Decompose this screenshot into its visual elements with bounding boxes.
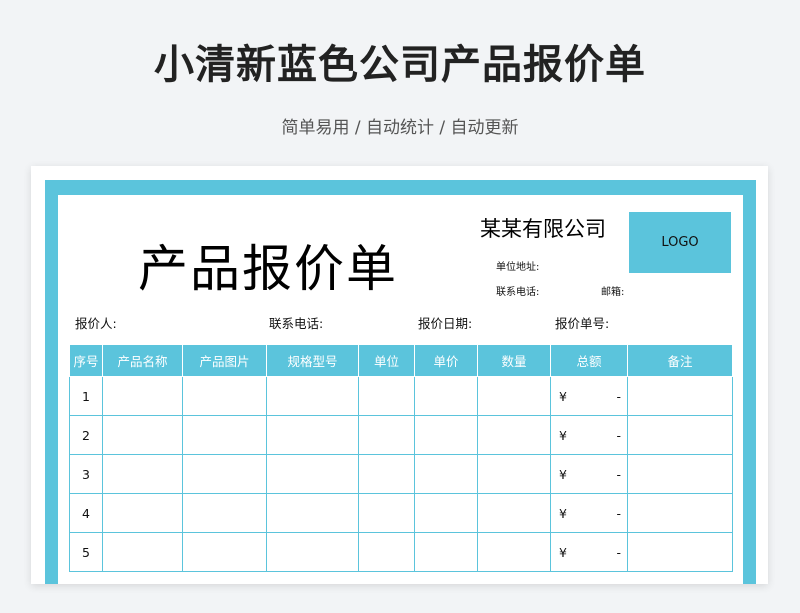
company-name: 某某有限公司 [480,217,606,241]
cell-remarks[interactable] [627,454,733,494]
header-spec: 规格型号 [266,344,359,377]
quote-table: 序号 产品名称 产品图片 规格型号 单位 单价 数量 总额 备注 1 ¥ - 2… [69,344,733,572]
cell-quantity[interactable] [477,415,551,455]
header-total: 总额 [550,344,628,377]
cell-remarks[interactable] [627,376,733,416]
cell-unit[interactable] [358,376,415,416]
cell-remarks[interactable] [627,493,733,533]
page-subtitle: 简单易用 / 自动统计 / 自动更新 [281,118,519,138]
page-title: 小清新蓝色公司产品报价单 [154,42,646,88]
currency-symbol: ¥ [559,466,567,482]
cell-unit[interactable] [358,415,415,455]
cell-index: 4 [69,493,103,533]
quote-sheet: 产品报价单 某某有限公司 单位地址: 联系电话: 邮箱: LOGO 报价人: 联… [31,166,768,584]
header-unit-price: 单价 [414,344,478,377]
cell-product-image[interactable] [182,493,267,533]
cell-remarks[interactable] [627,532,733,572]
cell-unit[interactable] [358,493,415,533]
cell-unit[interactable] [358,454,415,494]
email-label: 邮箱: [601,287,625,298]
total-value: - [616,427,621,443]
cell-unit-price[interactable] [414,415,478,455]
cell-spec[interactable] [266,376,359,416]
quote-number-label: 报价单号: [555,316,610,331]
cell-total: ¥ - [550,415,628,455]
table-row: 1 ¥ - [69,376,733,416]
header-unit: 单位 [358,344,415,377]
header-product-name: 产品名称 [102,344,183,377]
cell-product-image[interactable] [182,415,267,455]
cell-unit[interactable] [358,532,415,572]
cell-product-name[interactable] [102,415,183,455]
cell-quantity[interactable] [477,532,551,572]
cell-quantity[interactable] [477,493,551,533]
cell-unit-price[interactable] [414,454,478,494]
quote-date-label: 报价日期: [418,316,473,331]
table-row: 5 ¥ - [69,532,733,572]
cell-product-image[interactable] [182,376,267,416]
cell-index: 1 [69,376,103,416]
cell-quantity[interactable] [477,376,551,416]
header-index: 序号 [69,344,103,377]
logo-placeholder: LOGO [629,212,731,273]
cell-spec[interactable] [266,532,359,572]
cell-product-name[interactable] [102,493,183,533]
cell-index: 3 [69,454,103,494]
cell-total: ¥ - [550,376,628,416]
cell-product-name[interactable] [102,532,183,572]
table-row: 3 ¥ - [69,454,733,494]
currency-symbol: ¥ [559,544,567,560]
cell-unit-price[interactable] [414,532,478,572]
cell-unit-price[interactable] [414,376,478,416]
company-phone-label: 联系电话: [496,287,540,298]
cell-unit-price[interactable] [414,493,478,533]
header-quantity: 数量 [477,344,551,377]
cell-spec[interactable] [266,493,359,533]
contact-phone-label: 联系电话: [269,316,324,331]
cell-index: 2 [69,415,103,455]
cell-product-image[interactable] [182,532,267,572]
cell-spec[interactable] [266,415,359,455]
cell-index: 5 [69,532,103,572]
cell-product-name[interactable] [102,454,183,494]
table-row: 4 ¥ - [69,493,733,533]
currency-symbol: ¥ [559,427,567,443]
cell-quantity[interactable] [477,454,551,494]
table-header-row: 序号 产品名称 产品图片 规格型号 单位 单价 数量 总额 备注 [69,344,733,377]
total-value: - [616,466,621,482]
logo-text: LOGO [661,235,699,250]
cell-total: ¥ - [550,532,628,572]
sheet-content: 产品报价单 某某有限公司 单位地址: 联系电话: 邮箱: LOGO 报价人: 联… [58,195,743,584]
header-product-image: 产品图片 [182,344,267,377]
cell-product-name[interactable] [102,376,183,416]
sheet-border-frame: 产品报价单 某某有限公司 单位地址: 联系电话: 邮箱: LOGO 报价人: 联… [45,180,756,584]
cell-total: ¥ - [550,493,628,533]
total-value: - [616,388,621,404]
cell-product-image[interactable] [182,454,267,494]
cell-total: ¥ - [550,454,628,494]
quoter-label: 报价人: [75,316,117,331]
total-value: - [616,505,621,521]
cell-remarks[interactable] [627,415,733,455]
address-label: 单位地址: [496,262,540,273]
header-remarks: 备注 [627,344,733,377]
currency-symbol: ¥ [559,505,567,521]
table-row: 2 ¥ - [69,415,733,455]
currency-symbol: ¥ [559,388,567,404]
cell-spec[interactable] [266,454,359,494]
quote-title: 产品报价单 [138,240,398,298]
total-value: - [616,544,621,560]
